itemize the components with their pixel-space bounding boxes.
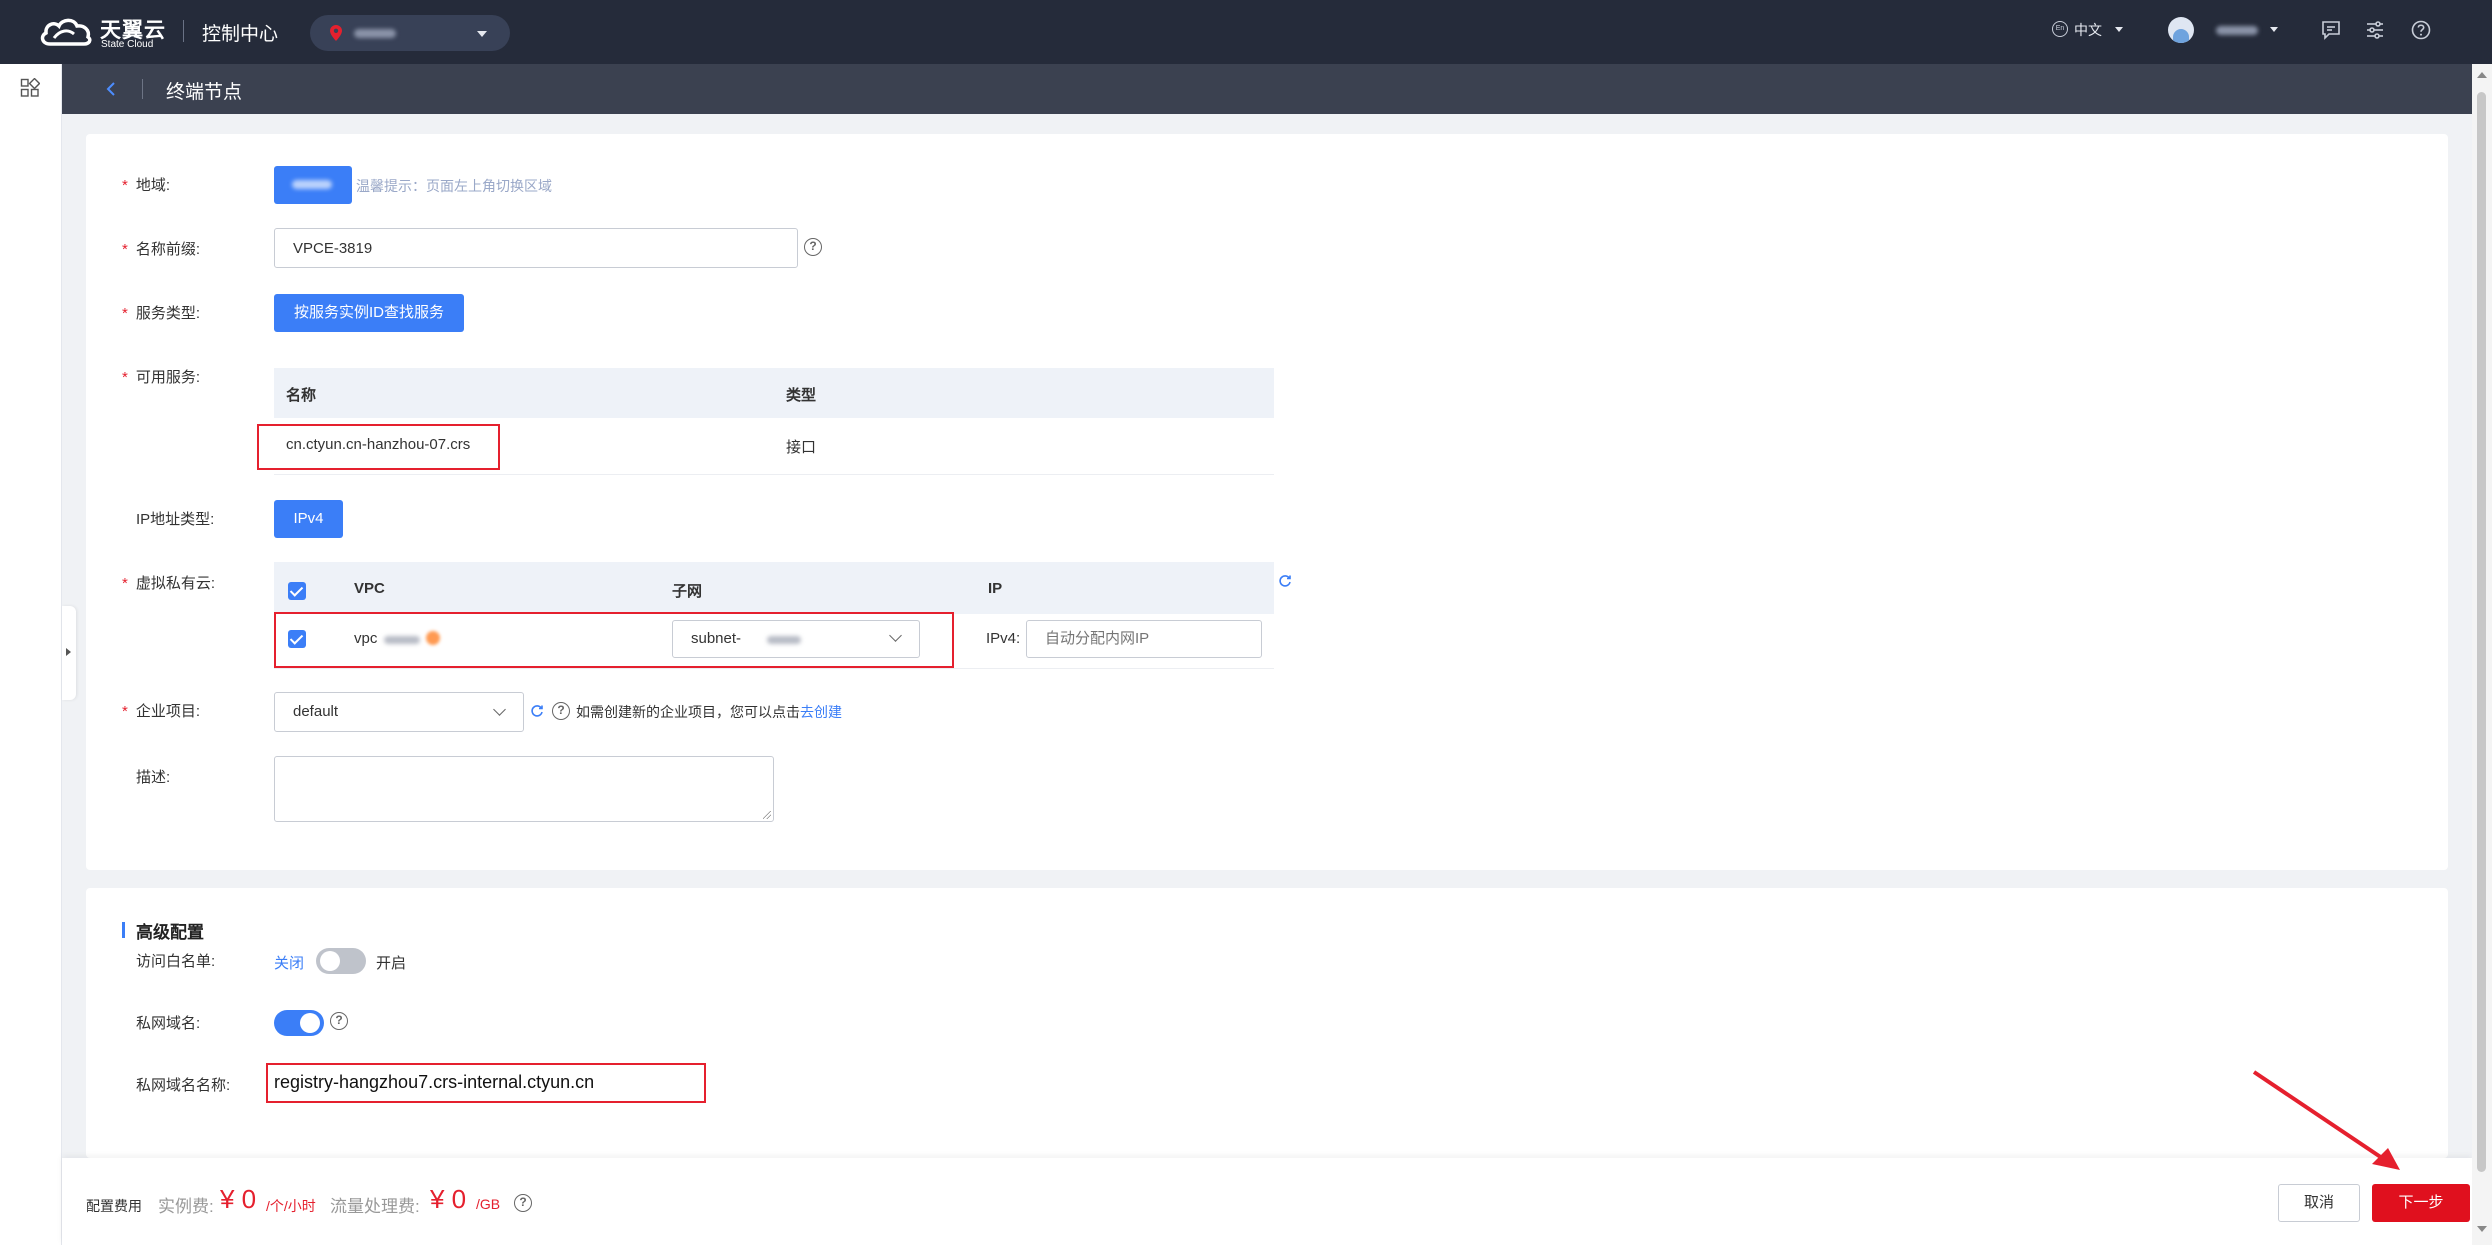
instance-fee-value: ¥ 0 xyxy=(220,1184,257,1214)
header-divider xyxy=(142,79,143,99)
enterprise-project-hint-text: 如需创建新的企业项目，您可以点击 xyxy=(576,704,800,720)
ipv4-label: IPv4: xyxy=(986,630,1021,647)
whitelist-toggle[interactable] xyxy=(316,948,366,974)
whitelist-on-text: 开启 xyxy=(376,955,407,972)
traffic-fee-value: ¥ 0 xyxy=(430,1184,467,1214)
ipv4-address-input[interactable] xyxy=(1026,620,1262,658)
service-table-header: 名称 类型 xyxy=(274,368,1274,418)
name-prefix-input[interactable] xyxy=(274,228,798,268)
enterprise-project-value: default xyxy=(293,703,339,720)
traffic-fee-label: 流量处理费: xyxy=(330,1197,420,1216)
traffic-fee-unit: /GB xyxy=(476,1196,501,1212)
language-label: 中文 xyxy=(2074,22,2102,38)
annotation-highlight-box xyxy=(257,424,500,470)
left-sidebar xyxy=(0,64,62,1245)
help-icon[interactable] xyxy=(2410,19,2432,41)
chevron-down-icon xyxy=(2270,27,2278,32)
scroll-up-arrow-icon[interactable] xyxy=(2477,72,2487,78)
cancel-button[interactable]: 取消 xyxy=(2278,1184,2360,1222)
enterprise-project-hint: 如需创建新的企业项目，您可以点击去创建 xyxy=(576,702,842,722)
help-icon[interactable]: ? xyxy=(552,702,570,720)
annotation-arrow-icon xyxy=(2252,1070,2400,1170)
column-header-type: 类型 xyxy=(786,387,817,404)
chevron-down-icon xyxy=(2115,27,2123,32)
refresh-icon[interactable] xyxy=(530,704,544,718)
region-name-redacted xyxy=(292,180,332,189)
instance-fee-label: 实例费: xyxy=(158,1197,214,1216)
section-accent-bar xyxy=(122,922,125,938)
language-icon: En xyxy=(2052,21,2068,37)
available-service-label: 可用服务: xyxy=(122,366,200,387)
toggle-knob xyxy=(320,951,340,971)
refresh-icon[interactable] xyxy=(1278,574,1292,588)
table-row-divider xyxy=(274,668,1274,669)
page-header: 终端节点 xyxy=(62,64,2472,114)
whitelist-label: 访问白名单: xyxy=(136,953,216,970)
settings-icon[interactable] xyxy=(2364,19,2386,41)
name-prefix-label: 名称前缀: xyxy=(122,238,200,259)
chevron-down-icon xyxy=(493,703,506,716)
annotation-highlight-box xyxy=(274,612,954,668)
vertical-scrollbar[interactable] xyxy=(2472,64,2492,1245)
scroll-down-arrow-icon[interactable] xyxy=(2477,1226,2487,1232)
instance-fee-unit: /个/小时 xyxy=(266,1198,316,1214)
console-title[interactable]: 控制中心 xyxy=(202,19,278,46)
private-dns-name-label: 私网域名名称: xyxy=(136,1077,231,1094)
app-grid-icon[interactable] xyxy=(20,78,40,98)
private-dns-label: 私网域名: xyxy=(136,1015,201,1032)
back-arrow-icon[interactable] xyxy=(100,77,124,101)
find-service-by-id-button[interactable]: 按服务实例ID查找服务 xyxy=(274,294,464,332)
fee-label: 配置费用 xyxy=(86,1198,142,1214)
brand-logo[interactable]: 天翼云 State Cloud xyxy=(38,12,168,52)
vpc-table-header: VPC 子网 IP xyxy=(274,562,1274,614)
column-header-vpc: VPC xyxy=(354,580,385,597)
region-label: 地域: xyxy=(122,174,170,195)
toggle-knob xyxy=(300,1013,320,1033)
vpc-label: 虚拟私有云: xyxy=(122,572,215,593)
avatar xyxy=(2168,17,2194,43)
description-textarea[interactable] xyxy=(274,756,774,822)
whitelist-off-text: 关闭 xyxy=(274,955,305,972)
cloud-logo-icon xyxy=(40,18,92,46)
ipv4-button[interactable]: IPv4 xyxy=(274,500,343,538)
footer-bar: 配置费用 实例费: ¥ 0 /个/小时 流量处理费: ¥ 0 /GB ? 取消 … xyxy=(62,1158,2472,1245)
user-menu[interactable] xyxy=(2168,17,2288,45)
location-pin-icon xyxy=(330,25,342,41)
scrollbar-thumb[interactable] xyxy=(2477,92,2486,1172)
select-all-checkbox[interactable] xyxy=(288,582,306,600)
service-type-cell: 接口 xyxy=(786,439,817,456)
top-navigation-bar: 天翼云 State Cloud 控制中心 En 中文 xyxy=(0,0,2492,64)
enterprise-project-label: 企业项目: xyxy=(122,700,200,721)
region-button[interactable] xyxy=(274,166,352,204)
advanced-config-card: 高级配置 访问白名单: 关闭 开启 私网域名: ? 私网域名名称: regist… xyxy=(86,888,2448,1158)
message-icon[interactable] xyxy=(2320,19,2342,41)
enterprise-project-select[interactable]: default xyxy=(274,692,524,732)
column-header-subnet: 子网 xyxy=(672,583,703,600)
resize-handle[interactable] xyxy=(763,811,771,819)
region-hint: 温馨提示：页面左上角切换区域 xyxy=(356,178,552,194)
brand-name-en: State Cloud xyxy=(101,39,154,50)
private-dns-toggle[interactable] xyxy=(274,1010,324,1036)
region-name-redacted xyxy=(354,29,396,38)
create-project-link[interactable]: 去创建 xyxy=(800,704,842,720)
region-selector[interactable] xyxy=(310,15,510,51)
page-title: 终端节点 xyxy=(166,82,243,103)
help-icon[interactable]: ? xyxy=(330,1012,348,1030)
chevron-down-icon xyxy=(477,31,487,37)
table-row-divider xyxy=(274,474,1274,475)
column-header-name: 名称 xyxy=(286,387,317,404)
description-label: 描述: xyxy=(136,769,171,786)
help-icon[interactable]: ? xyxy=(804,238,822,256)
service-type-label: 服务类型: xyxy=(122,302,200,323)
annotation-highlight-box xyxy=(266,1063,706,1103)
next-step-button[interactable]: 下一步 xyxy=(2372,1184,2470,1222)
username-redacted xyxy=(2216,26,2258,35)
endpoint-form-card: 地域: 温馨提示：页面左上角切换区域 名称前缀: ? 服务类型: 按服务实例ID… xyxy=(86,134,2448,870)
topbar-divider xyxy=(183,20,184,42)
ip-type-label: IP地址类型: xyxy=(136,511,215,528)
column-header-ip: IP xyxy=(988,580,1003,597)
advanced-config-title: 高级配置 xyxy=(136,923,204,942)
help-icon[interactable]: ? xyxy=(514,1194,532,1212)
sidebar-expand-handle[interactable] xyxy=(62,606,76,700)
